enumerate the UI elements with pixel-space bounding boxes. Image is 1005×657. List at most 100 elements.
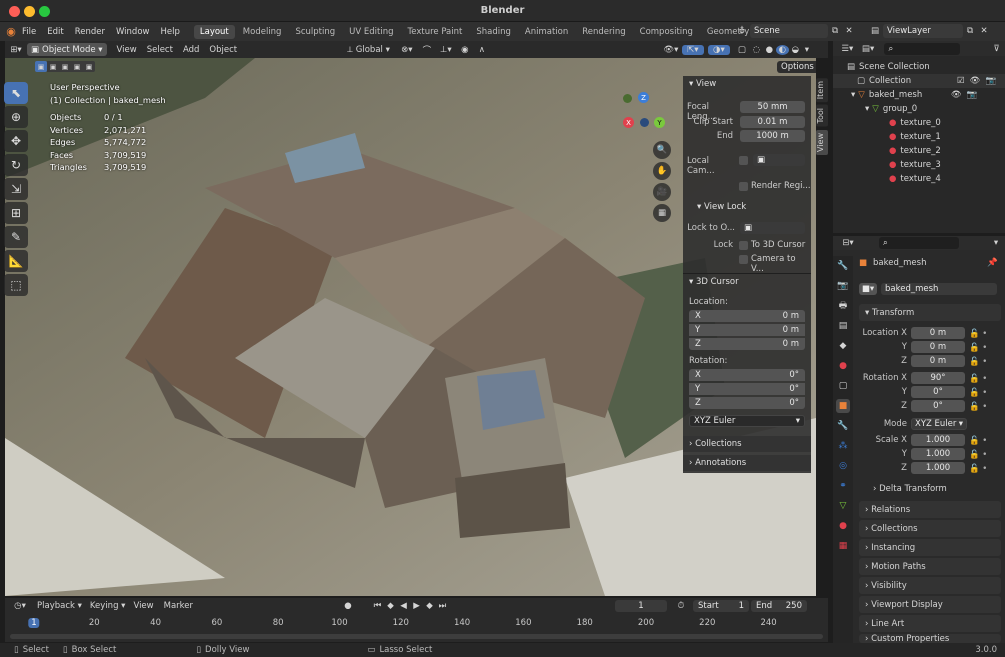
object-properties-icon[interactable]: ■	[836, 399, 850, 413]
lock-icon[interactable]: 🔓 •	[969, 386, 987, 400]
falloff-icon[interactable]: ∧	[474, 45, 490, 55]
visibility-icon[interactable]: 👁▾	[660, 45, 682, 55]
menu-help[interactable]: Help	[160, 27, 179, 37]
tree-baked-mesh[interactable]: ▾ ▽ baked_mesh 👁 📷	[833, 88, 1005, 102]
lock-3d-cursor-checkbox[interactable]	[739, 241, 748, 250]
shading-wireframe-icon[interactable]: ◌	[750, 45, 763, 55]
local-camera-checkbox[interactable]	[739, 156, 748, 165]
tree-texture-2[interactable]: ● texture_2	[833, 144, 1005, 158]
collections-section-header[interactable]: › Collections	[683, 436, 811, 452]
include-checkbox-icon[interactable]: ☑	[957, 76, 965, 86]
playback-menu[interactable]: Playback	[37, 601, 75, 611]
shading-material-icon[interactable]: ◐	[775, 44, 789, 55]
tab-animation[interactable]: Animation	[519, 25, 574, 39]
stopwatch-icon[interactable]: ⏱	[673, 601, 689, 611]
view-layer-selector[interactable]: ▤ ViewLayer ⧉ ✕	[867, 24, 991, 38]
gizmo-y-axis[interactable]: Y	[654, 117, 665, 128]
new-view-layer-icon[interactable]: ⧉	[963, 26, 977, 36]
menu-window[interactable]: Window	[116, 27, 150, 37]
add-cube-tool-icon[interactable]: ⬚	[4, 274, 28, 296]
jump-start-icon[interactable]: ⏮	[371, 601, 384, 611]
new-scene-icon[interactable]: ⧉	[828, 26, 842, 36]
measure-tool-icon[interactable]: 📐	[4, 250, 28, 272]
remove-scene-icon[interactable]: ✕	[842, 26, 856, 36]
custom-properties-section[interactable]: › Custom Properties	[859, 634, 1001, 643]
visibility-section[interactable]: › Visibility	[859, 577, 1001, 594]
tree-texture-0[interactable]: ● texture_0	[833, 116, 1005, 130]
rotation-y-field[interactable]: 0°	[911, 386, 965, 398]
blender-logo-icon[interactable]: ◉	[0, 25, 22, 38]
view-section-header[interactable]: ▾ View	[683, 76, 811, 92]
outliner-search-input[interactable]: ⌕	[884, 42, 961, 55]
select-extend-icon[interactable]: ▣	[47, 61, 59, 72]
rotation-z-field[interactable]: 0°	[911, 400, 965, 412]
lock-icon[interactable]: 🔓 •	[969, 434, 987, 448]
texture-properties-icon[interactable]: ▦	[836, 539, 850, 553]
menu-render[interactable]: Render	[75, 27, 105, 37]
clip-end-field[interactable]: 1000 m	[740, 130, 805, 142]
select-new-icon[interactable]: ▣	[35, 61, 47, 72]
vp-menu-object[interactable]: Object	[209, 45, 237, 55]
end-frame-field[interactable]: End 250	[751, 600, 807, 612]
tree-collection[interactable]: ▢ Collection ☑ 👁 📷	[833, 74, 1005, 88]
scene-selector[interactable]: ♁ Scene ⧉ ✕	[734, 24, 856, 38]
play-icon[interactable]: ▶	[410, 601, 423, 611]
display-mode-icon[interactable]: ▤▾	[858, 44, 879, 54]
perspective-toggle-icon[interactable]: ▦	[653, 204, 671, 222]
tab-rendering[interactable]: Rendering	[576, 25, 631, 39]
lock-icon[interactable]: 🔓 •	[969, 327, 987, 341]
world-properties-icon[interactable]: ●	[836, 359, 850, 373]
remove-view-layer-icon[interactable]: ✕	[977, 26, 991, 36]
pivot-icon[interactable]: ⊗▾	[396, 45, 418, 55]
timeline-view-menu[interactable]: View	[133, 601, 153, 611]
menu-edit[interactable]: Edit	[47, 27, 63, 37]
render-region-checkbox[interactable]	[739, 182, 748, 191]
snap-icon[interactable]: ⌒	[418, 44, 436, 56]
physics-properties-icon[interactable]: ◎	[836, 459, 850, 473]
gizmo-toggle-icon[interactable]: ⇱▾	[681, 44, 704, 55]
options-dropdown[interactable]: Options ▾	[777, 61, 816, 73]
xray-icon[interactable]: ▢	[734, 45, 750, 55]
select-intersect-icon[interactable]: ▣	[83, 61, 95, 72]
tab-tool[interactable]: Tool	[816, 105, 828, 127]
motion-paths-section[interactable]: › Motion Paths	[859, 558, 1001, 575]
data-properties-icon[interactable]: ▽	[836, 499, 850, 513]
3d-cursor-header[interactable]: ▾ 3D Cursor	[683, 274, 739, 290]
editor-type-icon[interactable]: ⊞▾	[5, 45, 27, 55]
mode-dropdown[interactable]: ▣ Object Mode ▾	[27, 43, 107, 56]
vp-menu-view[interactable]: View	[117, 45, 137, 55]
rotation-mode-dropdown[interactable]: XYZ Euler ▾	[689, 415, 805, 427]
move-tool-icon[interactable]: ✥	[4, 130, 28, 152]
snap-target-icon[interactable]: ⊥▾	[436, 45, 456, 55]
tab-shading[interactable]: Shading	[470, 25, 517, 39]
lock-icon[interactable]: 🔓 •	[969, 355, 987, 369]
constraints-properties-icon[interactable]: ⚭	[836, 479, 850, 493]
shading-options-icon[interactable]: ▾	[802, 45, 812, 55]
gizmo-neg-z[interactable]	[640, 118, 649, 127]
properties-options-icon[interactable]: ▾	[987, 238, 1005, 248]
rotation-x-field[interactable]: 90°	[911, 372, 965, 384]
eye-icon[interactable]: 👁	[970, 76, 981, 86]
lock-icon[interactable]: 🔓 •	[969, 372, 987, 386]
vp-menu-select[interactable]: Select	[147, 45, 173, 55]
shading-solid-icon[interactable]: ●	[763, 45, 776, 55]
object-datablock-field[interactable]: baked_mesh	[881, 283, 997, 295]
tree-texture-4[interactable]: ● texture_4	[833, 172, 1005, 186]
select-box-tool-icon[interactable]: ⬉	[4, 82, 28, 104]
current-frame-field[interactable]: 1	[615, 600, 667, 612]
view-layer-properties-icon[interactable]: ▤	[836, 319, 850, 333]
transform-tool-icon[interactable]: ⊞	[4, 202, 28, 224]
gizmo-x-axis[interactable]: X	[623, 117, 634, 128]
tree-texture-1[interactable]: ● texture_1	[833, 130, 1005, 144]
location-y-field[interactable]: 0 m	[911, 341, 965, 353]
outliner-editor-icon[interactable]: ☰▾	[837, 44, 858, 54]
rotate-tool-icon[interactable]: ↻	[4, 154, 28, 176]
play-reverse-icon[interactable]: ◀	[397, 601, 410, 611]
cursor-rotation-y[interactable]: Y 0°	[689, 383, 805, 395]
orientation-dropdown[interactable]: ⟂ Global ▾	[347, 45, 390, 55]
proportional-edit-icon[interactable]: ◉	[456, 45, 474, 55]
cursor-rotation-x[interactable]: X 0°	[689, 369, 805, 381]
jump-end-icon[interactable]: ⏭	[436, 601, 449, 611]
local-camera-field[interactable]: ▣	[753, 154, 805, 166]
transform-header[interactable]: ▾ Transform	[859, 304, 1001, 321]
